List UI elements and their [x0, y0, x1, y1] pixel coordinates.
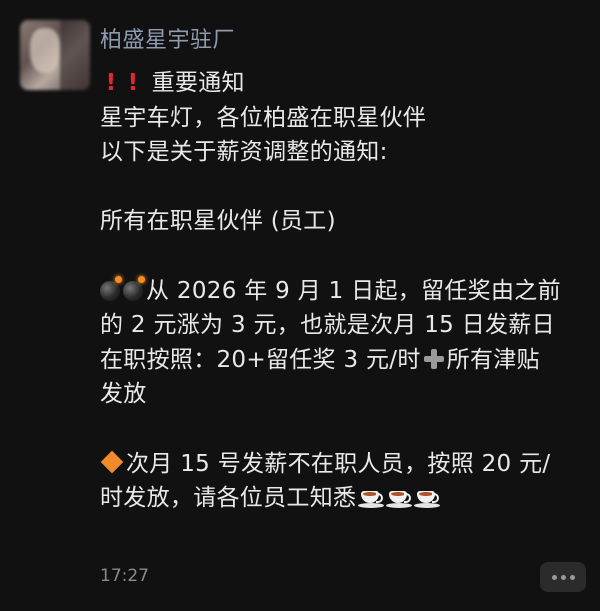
- message-line: 时发放，请各位员工知悉: [100, 481, 600, 516]
- message-line: 发放: [100, 381, 147, 408]
- message-bubble[interactable]: !! 重要通知 星宇车灯，各位柏盛在职星伙伴 以下是关于薪资调整的通知: 所有在…: [100, 66, 600, 516]
- tea-cup-icon: [414, 487, 441, 509]
- exclamation-icon: !: [105, 70, 117, 96]
- message-line: 所有在职星伙伴 (员工): [100, 208, 336, 235]
- more-dots-icon: [551, 574, 557, 580]
- orange-diamond-icon: [100, 450, 124, 473]
- message-line: 次月 15 号发薪不在职人员，按照 20 元/: [100, 447, 600, 482]
- message-time: 17:27: [100, 566, 149, 586]
- message-line: 以下是关于薪资调整的通知:: [100, 139, 388, 166]
- bomb-icon: [100, 275, 122, 301]
- message-line: 在职按照：20+留任奖 3 元/时 所有津贴: [100, 346, 540, 373]
- message-line: 的 2 元涨为 3 元，也就是次月 15 日发薪日: [100, 312, 555, 339]
- notice-title: 重要通知: [151, 70, 245, 96]
- message-line: 星宇车灯，各位柏盛在职星伙伴: [100, 104, 427, 131]
- bomb-icon: [123, 275, 145, 301]
- more-dots-icon: [569, 574, 575, 580]
- more-dots-icon: [560, 574, 566, 580]
- sender-name: 柏盛星宇驻厂: [100, 28, 236, 53]
- sender-avatar[interactable]: [20, 20, 90, 90]
- tea-cup-icon: [386, 487, 413, 509]
- message-line-title: !! 重要通知: [100, 66, 600, 101]
- more-options-button[interactable]: [540, 562, 586, 592]
- tea-cup-icon: [358, 487, 385, 509]
- plus-icon: [423, 348, 445, 370]
- exclamation-icon: !: [127, 70, 139, 96]
- message-line: 从 2026 年 9 月 1 日起，留任奖由之前: [100, 274, 600, 309]
